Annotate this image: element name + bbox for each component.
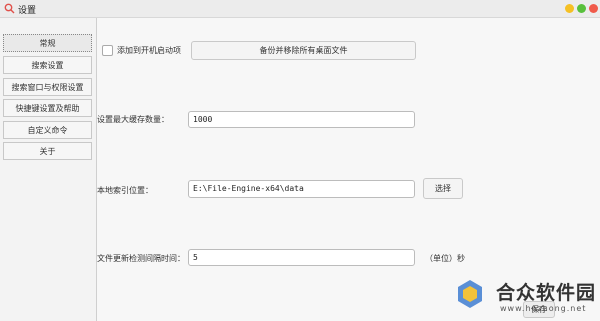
startup-label: 添加到开机启动项	[117, 46, 181, 55]
sidebar-item-window-permissions[interactable]: 搜索窗口与权限设置	[3, 78, 92, 96]
interval-value: 5	[193, 253, 198, 262]
hezhong-logo-icon	[458, 280, 482, 308]
choose-button[interactable]: 选择	[423, 178, 463, 199]
cache-label: 设置最大缓存数量：	[97, 115, 169, 124]
settings-window: 设置 常规 搜索设置 搜索窗口与权限设置 快捷键设置及帮助 自定义命令 关于 添…	[0, 0, 600, 321]
backup-desktop-button[interactable]: 备份并移除所有桌面文件	[191, 41, 416, 60]
maximize-button[interactable]	[577, 4, 586, 13]
interval-unit: （单位）秒	[425, 254, 465, 263]
window-title: 设置	[18, 6, 37, 16]
sidebar-item-hotkeys-help[interactable]: 快捷键设置及帮助	[3, 99, 92, 117]
close-button[interactable]	[589, 4, 598, 13]
cache-size-input[interactable]: 1000	[188, 111, 415, 128]
watermark-url: www.hezhong.net	[500, 304, 587, 313]
sidebar-item-search-settings[interactable]: 搜索设置	[3, 56, 92, 74]
startup-checkbox[interactable]	[102, 45, 113, 56]
watermark: 合众软件园 www.hezhong.net	[456, 278, 596, 318]
index-location-value: E:\File-Engine-x64\data	[193, 184, 304, 193]
watermark-text: 合众软件园	[496, 282, 597, 304]
interval-input[interactable]: 5	[188, 249, 415, 266]
index-location-label: 本地索引位置：	[97, 186, 153, 195]
sidebar-item-about[interactable]: 关于	[3, 142, 92, 160]
index-location-input[interactable]: E:\File-Engine-x64\data	[188, 180, 415, 198]
interval-label: 文件更新检测间隔时间：	[97, 254, 185, 263]
sidebar-item-general[interactable]: 常规	[3, 34, 92, 52]
search-icon	[4, 3, 15, 14]
minimize-button[interactable]	[565, 4, 574, 13]
sidebar-item-custom-commands[interactable]: 自定义命令	[3, 121, 92, 139]
sidebar: 常规 搜索设置 搜索窗口与权限设置 快捷键设置及帮助 自定义命令 关于	[0, 18, 97, 321]
cache-size-value: 1000	[193, 115, 213, 124]
title-bar: 设置	[0, 0, 600, 18]
general-settings-panel: 添加到开机启动项 备份并移除所有桌面文件 设置最大缓存数量： 1000 本地索引…	[97, 18, 600, 321]
